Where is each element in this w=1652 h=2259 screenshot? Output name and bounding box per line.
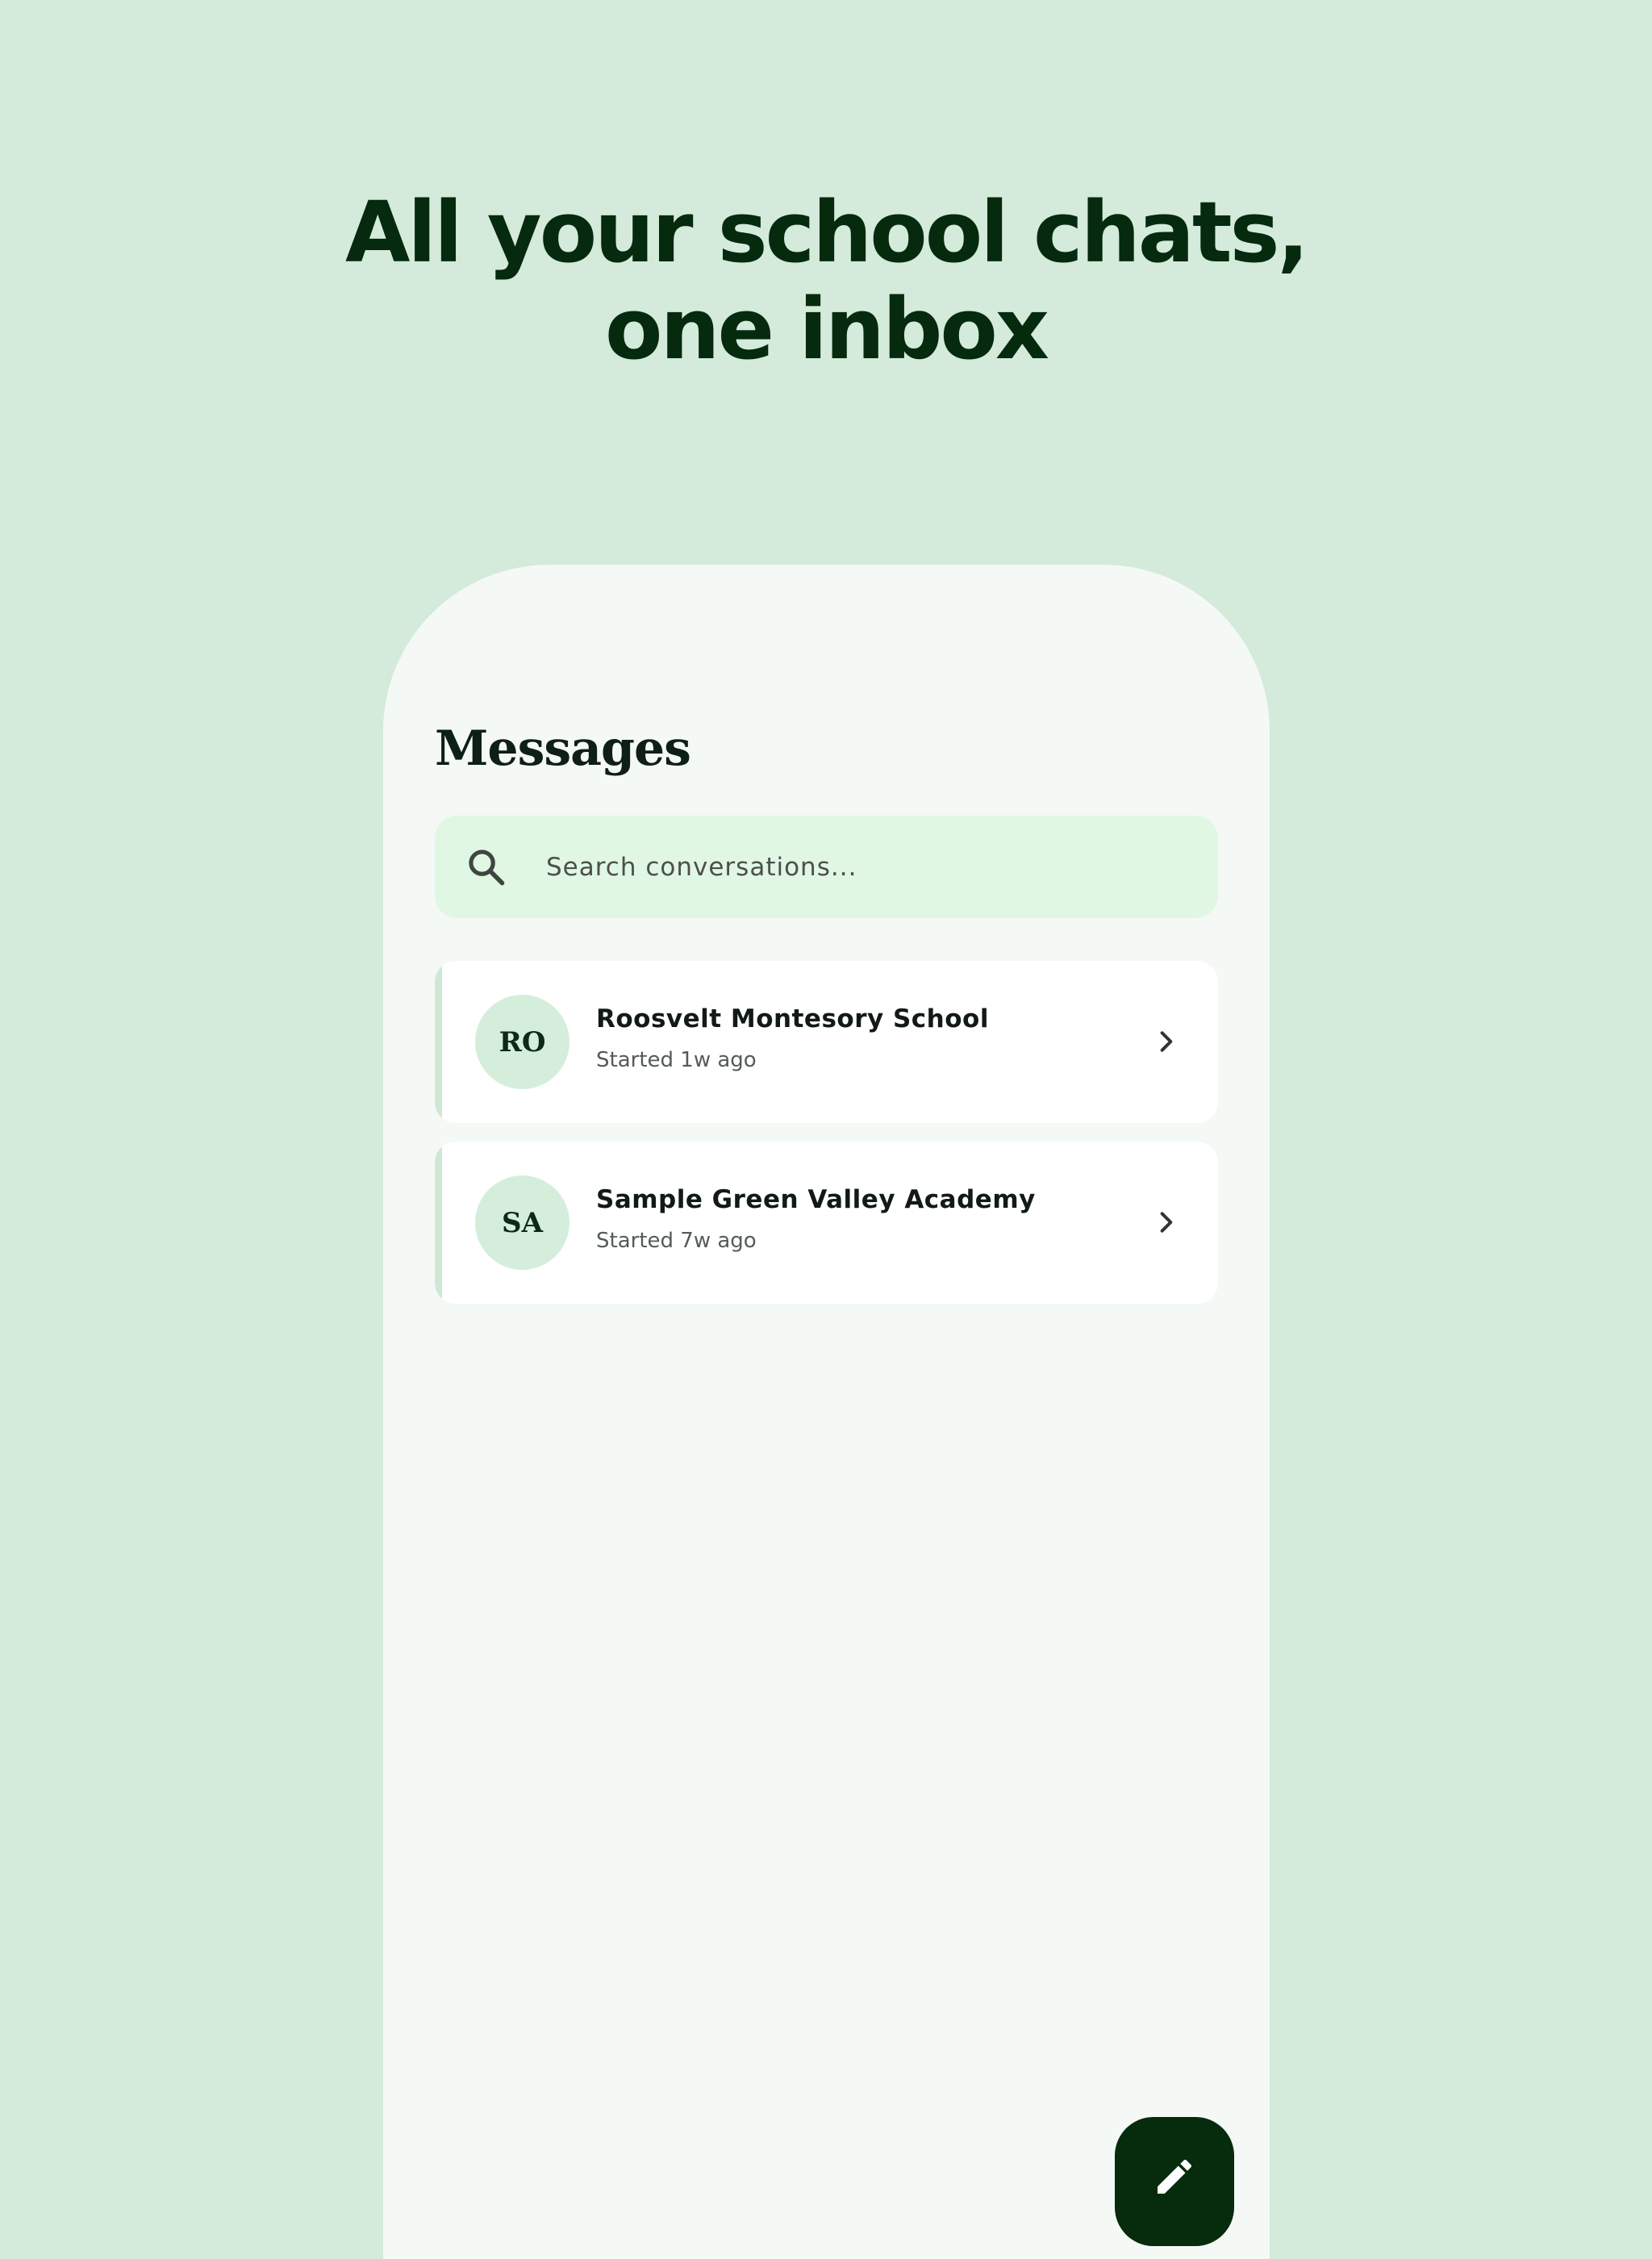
page-title: Messages (435, 720, 691, 777)
avatar: RO (475, 995, 569, 1089)
compose-message-button[interactable] (1115, 2117, 1234, 2246)
hero-headline-line-1: All your school chats, (344, 183, 1309, 282)
chevron-right-icon (1160, 1212, 1173, 1233)
phone-screen: Messages RO Roosvelt Montesory School St… (383, 565, 1270, 2259)
conversation-started-time: Started 7w ago (596, 1229, 757, 1253)
hero-headline: All your school chats, one inbox (0, 184, 1652, 378)
conversation-started-time: Started 1w ago (596, 1048, 757, 1072)
search-bar[interactable] (435, 816, 1218, 918)
search-input[interactable] (546, 816, 1191, 918)
conversation-name: Sample Green Valley Academy (596, 1185, 1036, 1214)
conversation-item-roosvelt[interactable]: RO Roosvelt Montesory School Started 1w … (435, 961, 1218, 1123)
conversation-accent-edge (435, 1142, 442, 1304)
conversation-accent-edge (435, 961, 442, 1123)
hero-headline-line-2: one inbox (605, 280, 1049, 378)
conversation-item-sample-green-valley[interactable]: SA Sample Green Valley Academy Started 7… (435, 1142, 1218, 1304)
pencil-icon (1158, 2159, 1192, 2194)
chevron-right-icon (1160, 1031, 1173, 1052)
avatar: SA (475, 1175, 569, 1270)
search-icon (469, 850, 505, 886)
conversation-name: Roosvelt Montesory School (596, 1004, 989, 1033)
